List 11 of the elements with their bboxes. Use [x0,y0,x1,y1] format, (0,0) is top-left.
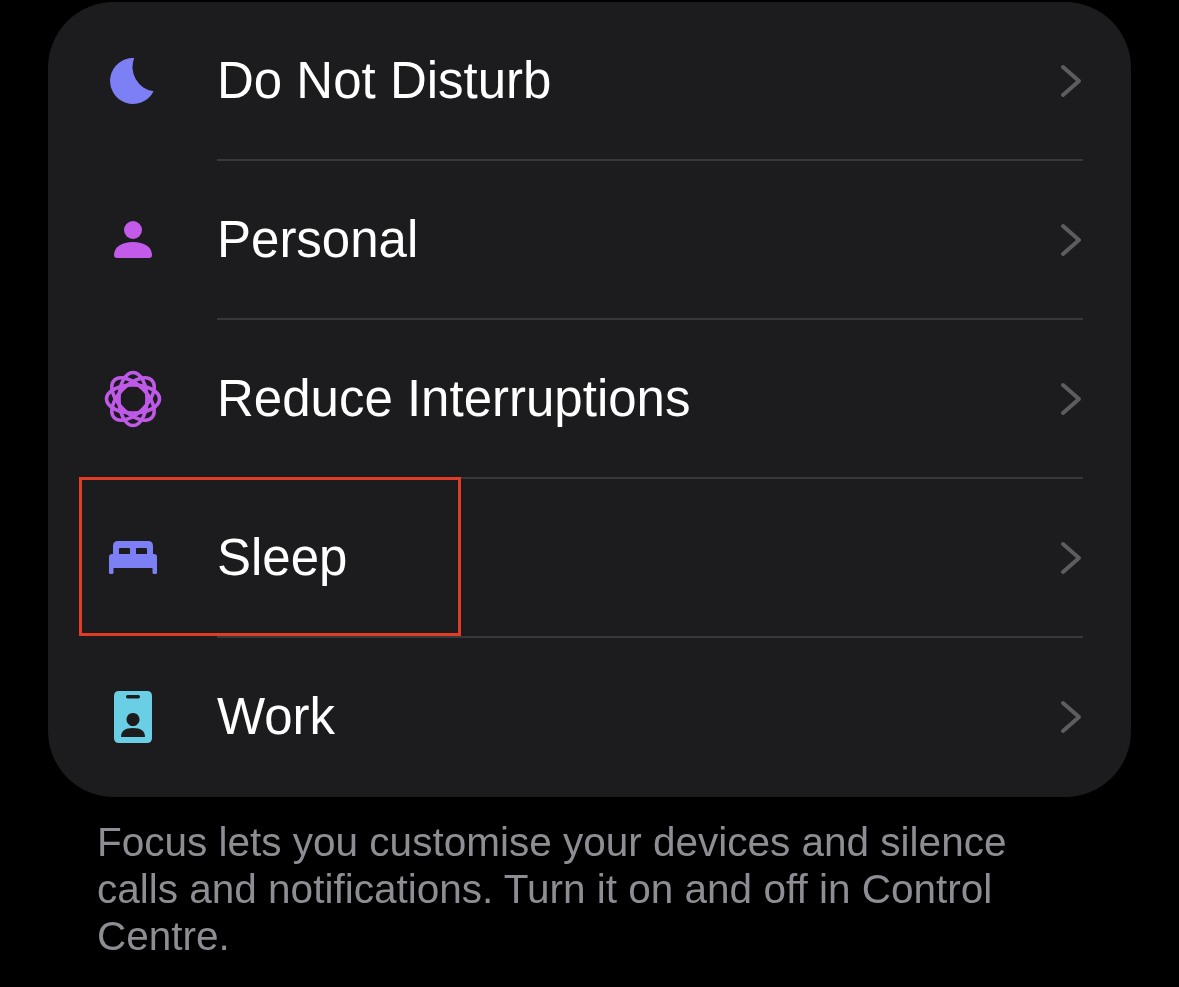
focus-mode-item[interactable]: Personal [48,161,1131,318]
footer-description: Focus lets you customise your devices and silence calls and notifications. Turn it on and off in Control Centre. [97,819,1008,960]
focus-mode-item[interactable]: Do Not Disturb [48,2,1131,159]
focus-mode-item[interactable]: Sleep [48,479,1131,636]
chevron-right-icon [1060,222,1082,257]
chevron-right-icon [1060,63,1082,98]
chevron-right-icon [1060,699,1082,734]
chevron-right-icon [1060,540,1082,575]
chevron-right-icon [1060,381,1082,416]
focus-mode-item[interactable]: Reduce Interruptions [48,320,1131,477]
focus-mode-item[interactable]: Work [48,638,1131,795]
